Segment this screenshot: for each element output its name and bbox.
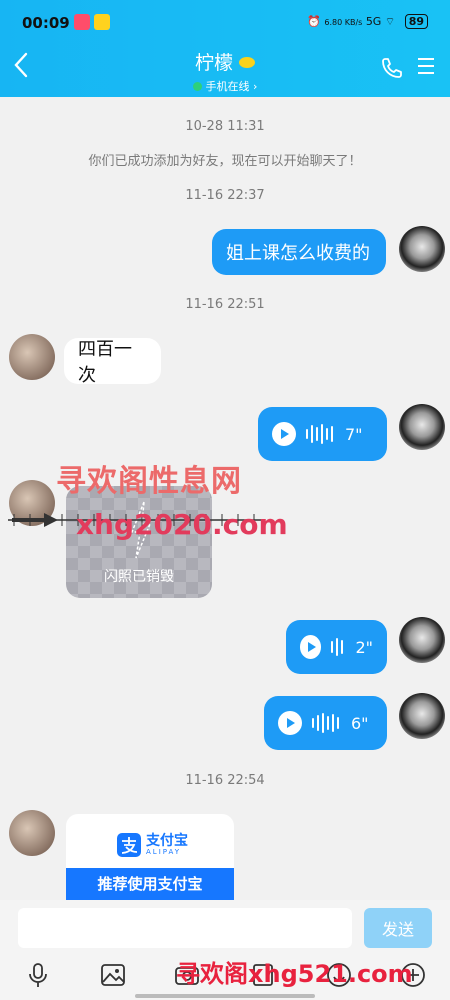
message-timestamp: 10-28 11:31 xyxy=(185,119,265,134)
alipay-banner: 推荐使用支付宝 xyxy=(66,868,234,904)
alipay-brand: 支付宝 xyxy=(146,833,188,849)
voice-waveform xyxy=(306,424,333,444)
alarm-icon: ⏰ xyxy=(307,15,321,28)
voice-waveform xyxy=(331,638,344,656)
play-icon[interactable] xyxy=(300,635,322,659)
my-avatar[interactable] xyxy=(399,617,445,663)
voice-icon[interactable] xyxy=(26,962,50,992)
status-bar: 00:09 ⏰ 6.80 KB/s 5G ⌔ 89 xyxy=(0,10,450,36)
menu-icon[interactable] xyxy=(416,56,436,80)
play-icon[interactable] xyxy=(272,422,296,446)
alipay-brand-en: ALIPAY xyxy=(146,848,182,856)
app-notification-icon xyxy=(74,14,90,30)
message-timestamp: 11-16 22:54 xyxy=(185,773,265,788)
status-time: 00:09 xyxy=(22,14,70,32)
message-text: 姐上课怎么收费的 xyxy=(226,243,370,264)
voice-message-sent[interactable]: 7" xyxy=(258,407,387,461)
app-notification-icon xyxy=(94,14,110,30)
message-input[interactable] xyxy=(18,908,352,948)
contact-avatar[interactable] xyxy=(9,334,55,380)
watermark-text: 寻欢阁性息网 xyxy=(56,464,242,499)
system-message: 你们已成功添加为好友，现在可以开始聊天了！ xyxy=(88,154,362,169)
voice-waveform xyxy=(312,713,339,733)
voice-duration: 7" xyxy=(345,424,363,444)
flash-image-label: 闪照已销毁 xyxy=(104,569,174,585)
alipay-logo-icon xyxy=(117,833,141,857)
voice-duration: 6" xyxy=(351,713,369,733)
wifi-icon: ⌔ xyxy=(384,15,396,28)
watermark-text: 寻欢阁xhg521.com xyxy=(176,960,413,988)
voice-message-sent[interactable]: 6" xyxy=(264,696,387,750)
text-message-received[interactable]: 四百一次 xyxy=(64,338,161,386)
message-text: 四百一次 xyxy=(78,339,132,386)
battery-level: 89 xyxy=(404,14,428,29)
flash-image-message[interactable]: 闪照已销毁 xyxy=(66,486,212,598)
home-indicator[interactable] xyxy=(135,994,315,998)
text-message-sent[interactable]: 姐上课怎么收费的 xyxy=(212,229,386,275)
network-type: 5G xyxy=(365,15,382,28)
contact-avatar[interactable] xyxy=(9,810,55,856)
lemon-icon xyxy=(239,57,256,68)
send-button[interactable]: 发送 xyxy=(364,908,432,948)
voice-message-sent[interactable]: 2" xyxy=(286,620,387,674)
my-avatar[interactable] xyxy=(399,693,445,739)
phone-icon[interactable] xyxy=(380,56,404,84)
my-avatar[interactable] xyxy=(399,404,445,450)
message-timestamp: 11-16 22:51 xyxy=(185,297,265,312)
voice-duration: 2" xyxy=(355,637,373,657)
chat-header: 00:09 ⏰ 6.80 KB/s 5G ⌔ 89 柠檬 手机在线 › xyxy=(0,0,450,97)
my-avatar[interactable] xyxy=(399,226,445,272)
status-right: ⏰ 6.80 KB/s 5G ⌔ 89 xyxy=(307,14,428,29)
play-icon[interactable] xyxy=(278,711,302,735)
message-timestamp: 11-16 22:37 xyxy=(185,188,265,203)
network-speed: 6.80 KB/s xyxy=(324,18,363,27)
alipay-card-message[interactable]: 支付宝 ALIPAY 推荐使用支付宝 xyxy=(66,814,234,904)
online-dot-icon xyxy=(192,82,202,91)
watermark-text: xhg2020.com xyxy=(76,508,288,541)
image-icon[interactable] xyxy=(100,962,126,992)
